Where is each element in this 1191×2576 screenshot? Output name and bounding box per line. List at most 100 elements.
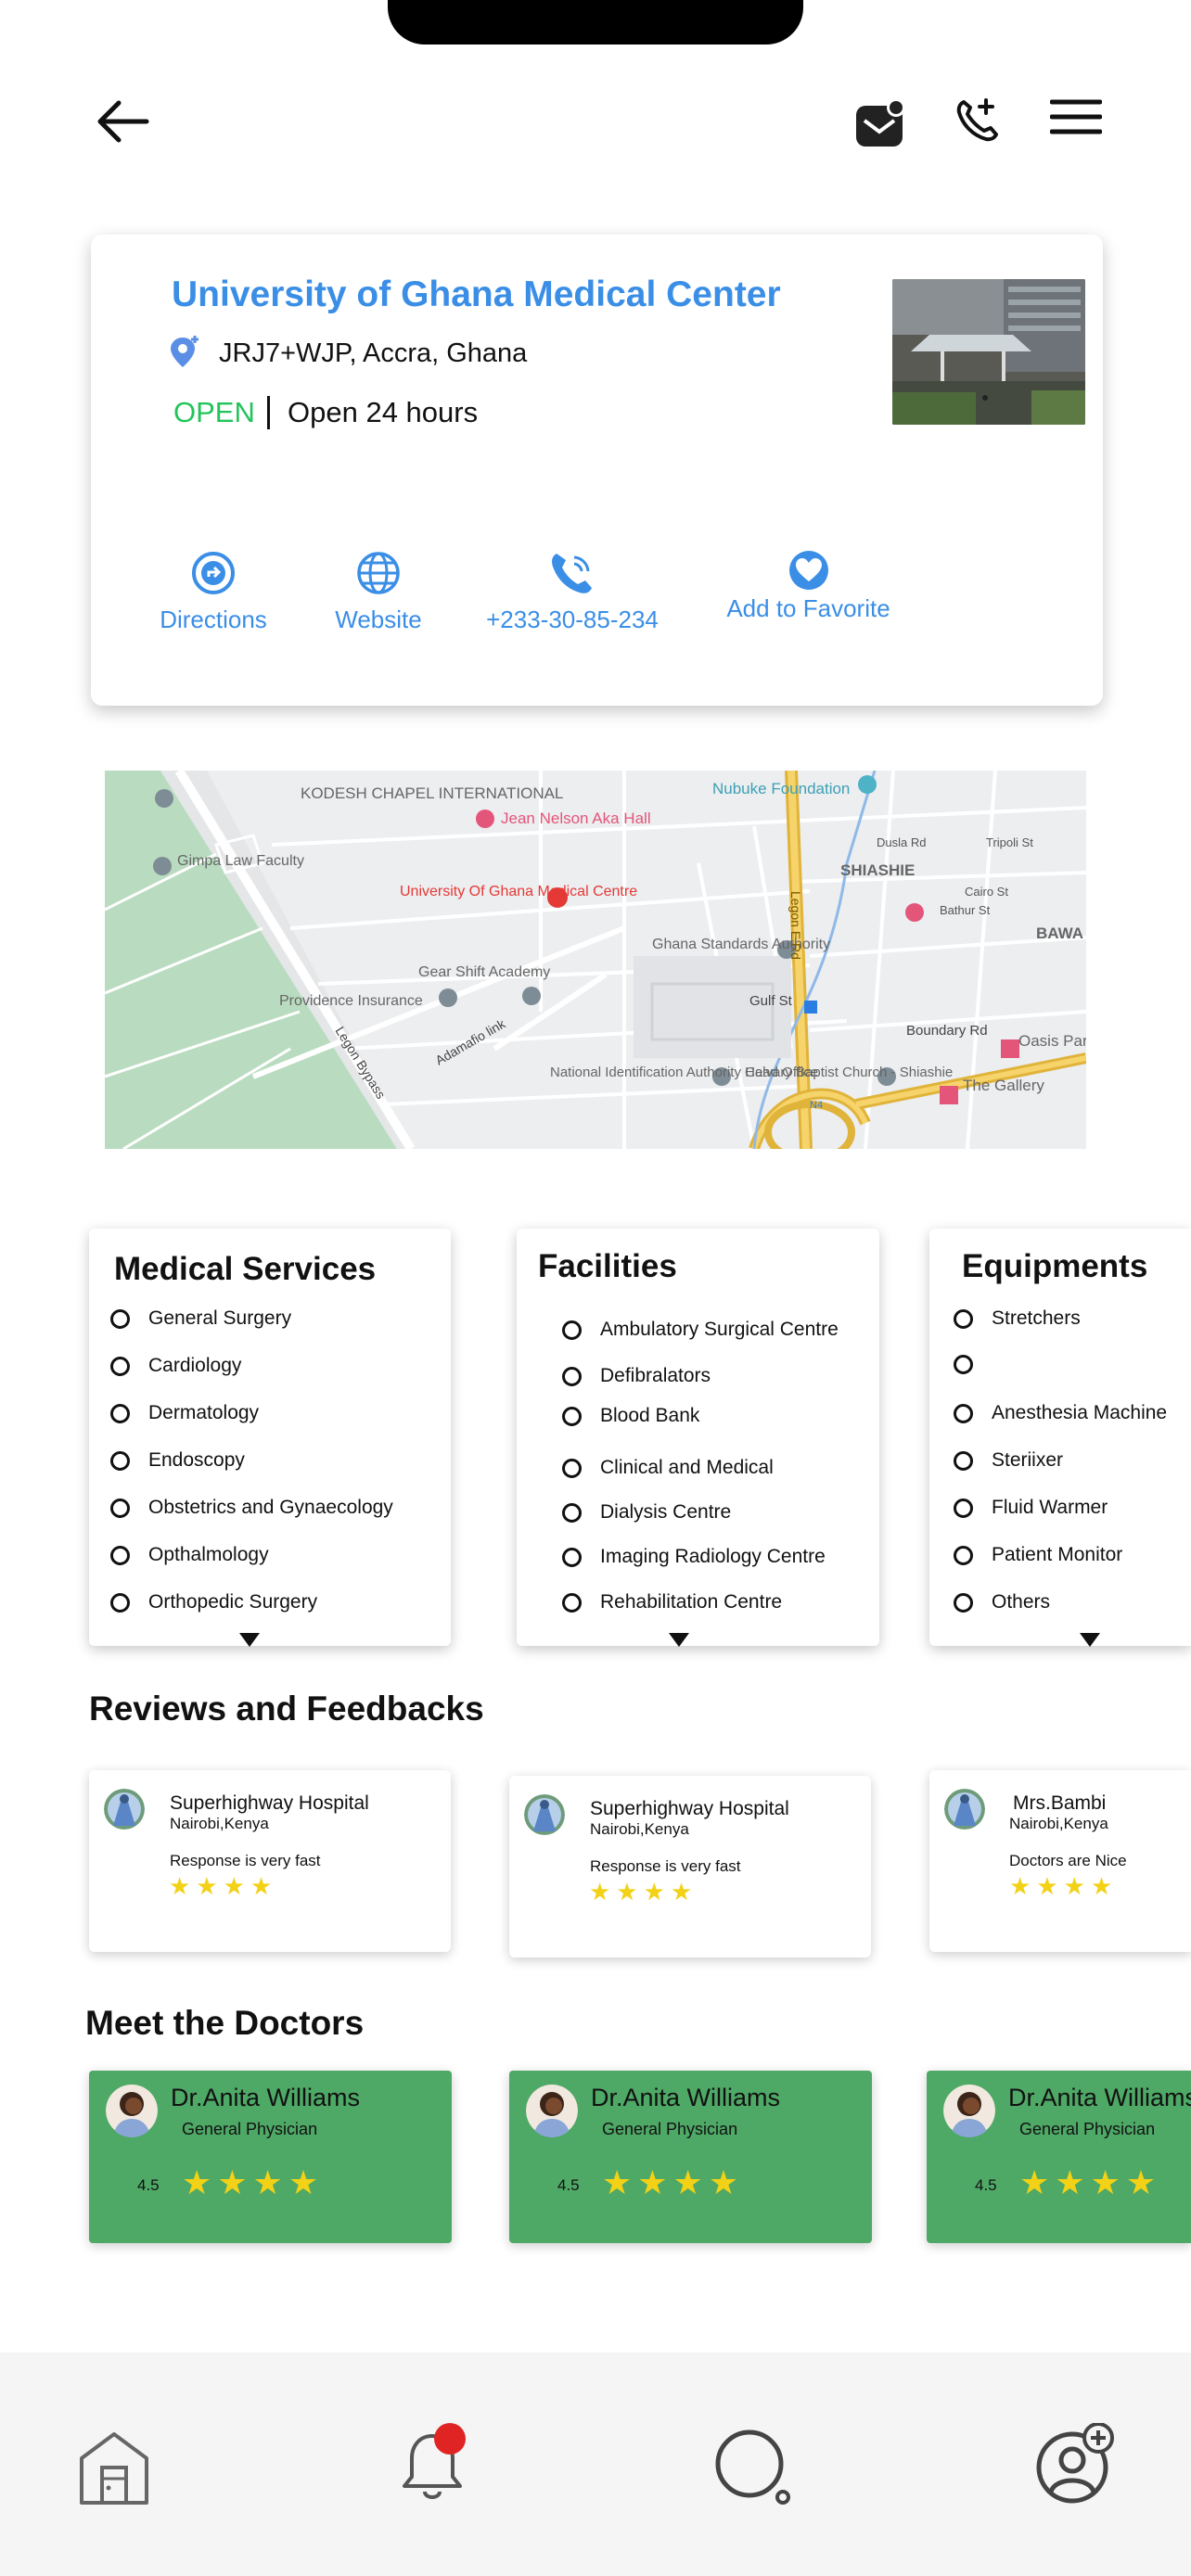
radio-button-icon[interactable] [954,1498,973,1518]
facility-item[interactable]: Defibralators [562,1365,711,1387]
equipment-item[interactable]: Stretchers [954,1307,1081,1330]
doctor-rating: 4.5 [975,2176,997,2194]
radio-button-icon[interactable] [110,1545,130,1565]
location-map[interactable]: KODESH CHAPEL INTERNATIONAL Jean Nelson … [105,771,1086,1149]
facility-label: Rehabilitation Centre [600,1591,783,1613]
radio-button-icon[interactable] [562,1547,582,1567]
equipment-item[interactable]: Others [954,1591,1050,1613]
reviewer-name: Superhighway Hospital [590,1798,789,1819]
review-text: Response is very fast [590,1857,741,1875]
service-label: Orthopedic Surgery [148,1591,318,1613]
bottom-navigation-bar [0,2353,1191,2576]
doctor-avatar [106,2084,158,2137]
map-label-calvary: Calvary Baptist Church - Shiashie [745,1065,953,1080]
expand-arrow-icon[interactable] [669,1633,689,1647]
review-card[interactable]: Mrs.Bambi Nairobi,Kenya Doctors are Nice… [929,1770,1191,1952]
facility-item[interactable]: Clinical and Medical [562,1457,774,1479]
facility-label: Imaging Radiology Centre [600,1546,826,1567]
heart-icon [788,551,828,590]
facility-item[interactable]: Blood Bank [562,1405,699,1427]
service-item[interactable]: Dermatology [110,1402,259,1424]
facility-item[interactable]: Imaging Radiology Centre [562,1546,826,1568]
back-arrow-icon[interactable] [95,98,150,145]
website-button[interactable]: Website [328,550,429,634]
facility-item[interactable]: Dialysis Centre [562,1501,731,1524]
map-label-oasis-park: Oasis Park [1018,1032,1086,1050]
radio-button-icon[interactable] [954,1592,973,1613]
mail-notification-icon[interactable] [853,96,909,150]
search-icon[interactable] [714,2429,794,2509]
radio-button-icon[interactable] [954,1545,973,1565]
radio-button-icon[interactable] [110,1592,130,1613]
map-label-providence: Providence Insurance [279,993,423,1009]
radio-button-icon[interactable] [954,1450,973,1471]
add-user-profile-icon[interactable] [1035,2422,1115,2509]
open-status: OPEN [173,396,255,428]
radio-button-icon[interactable] [110,1450,130,1471]
expand-arrow-icon[interactable] [1080,1633,1100,1647]
radio-button-icon[interactable] [110,1356,130,1376]
directions-icon [192,552,235,594]
radio-button-icon[interactable] [562,1406,582,1426]
add-to-favorite-button[interactable]: Add to Favorite [718,550,899,623]
map-label-dusla: Dusla Rd [877,835,926,849]
equipments-title: Equipments [962,1248,1148,1284]
radio-button-icon[interactable] [562,1502,582,1523]
review-text: Doctors are Nice [1009,1852,1127,1869]
doctor-card[interactable]: Dr.Anita Williams General Physician 4.5 … [927,2071,1191,2243]
service-item[interactable]: Cardiology [110,1355,241,1377]
equipment-item[interactable] [954,1355,992,1374]
review-card[interactable]: Superhighway Hospital Nairobi,Kenya Resp… [89,1770,451,1952]
facility-label: Clinical and Medical [600,1457,774,1478]
service-item[interactable]: Opthalmology [110,1544,269,1566]
radio-button-icon[interactable] [562,1458,582,1478]
radio-button-icon[interactable] [110,1498,130,1518]
hamburger-menu-icon[interactable] [1050,98,1102,135]
hospital-name: University of Ghana Medical Center [172,274,781,314]
location-pin-icon [169,334,200,376]
radio-button-icon[interactable] [562,1320,582,1340]
opening-hours: Open 24 hours [288,396,479,428]
review-stars: ★★★★ [169,1872,278,1900]
phone-number-button[interactable]: +233-30-85-234 [484,550,660,634]
home-icon[interactable] [78,2430,150,2509]
equipment-item[interactable]: Patient Monitor [954,1544,1122,1566]
service-item[interactable]: Orthopedic Surgery [110,1591,317,1613]
map-label-bawa: BAWA [1036,925,1083,942]
map-label-shiashie: SHIASHIE [840,861,915,879]
equipment-item[interactable]: Fluid Warmer [954,1497,1108,1519]
map-label-n4: N4 [810,1100,823,1111]
radio-button-icon[interactable] [562,1366,582,1386]
reviewer-name: Mrs.Bambi [1013,1792,1107,1814]
map-label-gulf-st: Gulf St [749,993,793,1009]
medical-services-card: Medical Services General Surgery Cardiol… [89,1229,451,1647]
radio-button-icon[interactable] [562,1592,582,1613]
facility-item[interactable]: Rehabilitation Centre [562,1591,782,1613]
service-item[interactable]: Endoscopy [110,1449,245,1472]
expand-arrow-icon[interactable] [239,1633,260,1647]
equipment-item[interactable]: Anesthesia Machine [954,1402,1167,1424]
facility-item[interactable]: Ambulatory Surgical Centre [562,1319,839,1341]
map-label-bathur: Bathur St [940,903,991,917]
directions-button[interactable]: Directions [155,550,272,634]
radio-button-icon[interactable] [954,1403,973,1423]
doctor-card[interactable]: Dr.Anita Williams General Physician 4.5 … [89,2071,452,2243]
doctor-avatar [526,2084,578,2137]
add-to-favorite-label: Add to Favorite [726,594,890,622]
phone-add-icon[interactable] [955,96,1000,143]
doctor-rating: 4.5 [557,2176,580,2194]
radio-button-icon[interactable] [954,1355,973,1374]
radio-button-icon[interactable] [110,1403,130,1423]
radio-button-icon[interactable] [954,1308,973,1329]
doctor-card[interactable]: Dr.Anita Williams General Physician 4.5 … [509,2071,872,2243]
review-card[interactable]: Superhighway Hospital Nairobi,Kenya Resp… [509,1776,871,1958]
map-label-gear-shift: Gear Shift Academy [418,964,550,980]
radio-button-icon[interactable] [110,1308,130,1329]
service-item[interactable]: General Surgery [110,1307,291,1330]
service-item[interactable]: Obstetrics and Gynaecology [110,1497,393,1519]
equipment-label: Patient Monitor [992,1544,1123,1565]
equipment-item[interactable]: Steriixer [954,1449,1063,1472]
facility-label: Blood Bank [600,1405,700,1426]
notification-bell-icon[interactable] [397,2423,471,2511]
reviews-section-title: Reviews and Feedbacks [89,1690,484,1728]
